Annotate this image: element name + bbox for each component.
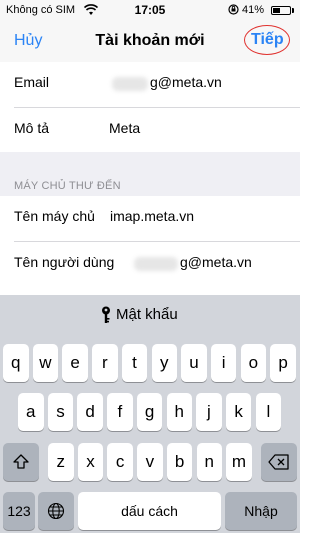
section-header-incoming: MÁY CHỦ THƯ ĐẾN [0,152,300,196]
username-label: Tên người dùng [14,254,115,270]
key-d-label: d [85,402,95,421]
key-d[interactable]: d [77,393,103,431]
globe-key[interactable] [38,492,74,530]
description-row[interactable]: Mô tả Meta [0,108,300,152]
key-o[interactable]: o [240,344,267,382]
key-y-label: y [160,353,169,372]
key-j-label: j [207,402,211,421]
key-w-label: w [39,353,52,372]
key-h-label: h [174,402,184,421]
host-field[interactable]: imap.meta.vn [110,208,194,224]
key-g-label: g [144,402,155,421]
return-key-label: Nhập [244,503,278,519]
section-header-label: MÁY CHỦ THƯ ĐẾN [14,180,121,192]
host-row[interactable]: Tên máy chủ imap.meta.vn [0,196,300,241]
key-r[interactable]: r [92,344,118,382]
key-i-label: i [221,353,226,372]
description-field[interactable]: Meta [109,120,140,136]
key-v-label: v [145,452,155,471]
key-w[interactable]: w [32,344,59,382]
key-v[interactable]: v [137,443,163,481]
shift-key[interactable] [3,443,39,481]
key-icon [102,306,110,323]
key-a[interactable]: a [18,393,44,431]
key-n[interactable]: n [196,443,222,481]
key-k-label: k [234,402,243,421]
backspace-icon [268,454,289,470]
key-x-label: x [86,452,95,471]
numbers-key-label: 123 [7,503,31,519]
key-f-label: f [117,402,123,421]
key-t-label: t [132,353,137,372]
status-bar: Không có SIM 17:05 41% [0,0,300,22]
key-g[interactable]: g [136,393,163,431]
key-p[interactable]: p [270,344,296,382]
key-u-label: u [189,353,199,372]
battery-tip [292,8,294,13]
key-q-label: q [11,353,21,372]
key-e[interactable]: e [62,344,88,382]
numbers-key[interactable]: 123 [3,492,35,530]
username-row[interactable]: Tên người dùng g@meta.vn [0,242,300,295]
globe-icon [47,502,65,520]
key-l[interactable]: l [255,393,282,431]
redacted-text [112,77,148,91]
username-field[interactable]: g@meta.vn [180,254,252,270]
return-key[interactable]: Nhập [225,492,297,530]
key-n-label: n [204,452,214,471]
key-r-label: r [102,353,108,372]
email-row[interactable]: Email g@meta.vn [0,62,300,107]
key-e-label: e [70,353,80,372]
key-a-label: a [26,402,36,421]
space-key-label: dấu cách [121,503,178,519]
key-m[interactable]: m [226,443,252,481]
space-key[interactable]: dấu cách [78,492,221,530]
key-s[interactable]: s [47,393,74,431]
key-b[interactable]: b [166,443,193,481]
key-i[interactable]: i [210,344,237,382]
key-p-label: p [278,353,288,372]
redacted-text [134,257,178,271]
key-s-label: s [56,402,65,421]
description-label: Mô tả [14,120,50,136]
email-field[interactable]: g@meta.vn [150,74,222,90]
next-button[interactable]: Tiếp [251,31,284,49]
password-suggestion[interactable]: Mật khẩu [0,295,300,335]
suggestion-label: Mật khẩu [116,306,178,323]
keyboard: Mật khẩu q w e r t y u i o p a s d f g h j k l z x c v b n m 123 dấ… [0,295,300,533]
key-z-label: z [56,452,66,471]
key-c-label: c [115,452,125,471]
email-label: Email [14,74,50,90]
host-label: Tên máy chủ [14,208,95,224]
key-u[interactable]: u [181,344,207,382]
key-x[interactable]: x [77,443,104,481]
backspace-key[interactable] [261,443,297,481]
battery-icon [271,6,291,15]
navigation-bar: Hủy Tài khoản mới Tiếp [0,22,300,62]
key-b-label: b [174,452,185,471]
shift-icon [13,454,29,469]
key-k[interactable]: k [225,393,252,431]
key-y[interactable]: y [151,344,177,382]
key-j[interactable]: j [196,393,222,431]
key-z[interactable]: z [48,443,74,481]
key-f[interactable]: f [107,393,133,431]
key-t[interactable]: t [121,344,148,382]
key-o-label: o [248,353,259,372]
orientation-lock-icon [228,4,239,15]
battery-percent: 41% [242,4,265,16]
key-m-label: m [231,452,247,471]
key-q[interactable]: q [3,344,29,382]
key-h[interactable]: h [166,393,192,431]
key-l-label: l [266,402,271,421]
key-c[interactable]: c [107,443,133,481]
